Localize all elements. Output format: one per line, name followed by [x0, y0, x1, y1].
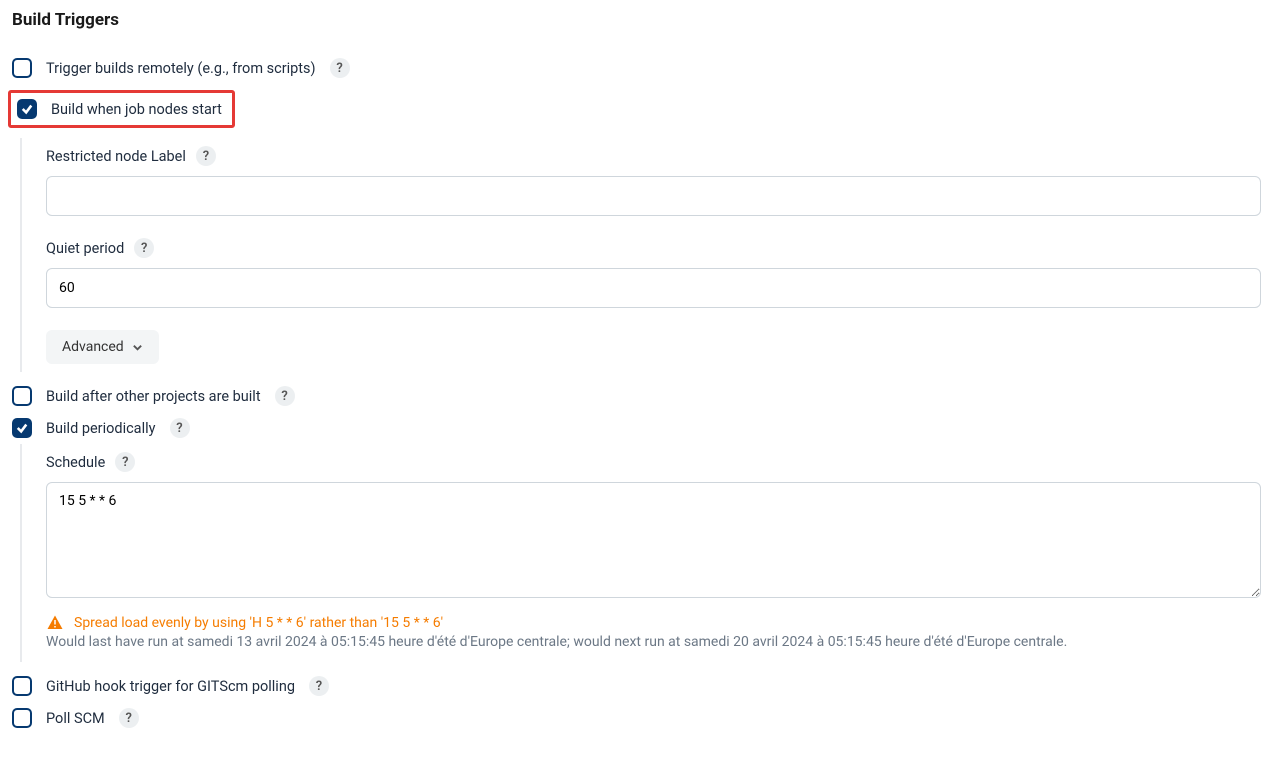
trigger-poll-scm-checkbox[interactable] — [12, 708, 32, 728]
help-icon[interactable]: ? — [275, 386, 295, 406]
restricted-label-row: Restricted node Label ? — [46, 146, 1261, 166]
trigger-remote-row: Trigger builds remotely (e.g., from scri… — [12, 58, 1261, 78]
chevron-down-icon — [132, 342, 143, 353]
schedule-warning-text: Spread load evenly by using 'H 5 * * 6' … — [74, 615, 443, 631]
trigger-after-projects-label: Build after other projects are built — [46, 388, 261, 405]
schedule-textarea[interactable] — [46, 482, 1261, 598]
trigger-nodes-start-checkbox[interactable] — [17, 99, 37, 119]
trigger-poll-scm-label: Poll SCM — [46, 710, 105, 727]
warning-icon — [46, 614, 64, 632]
help-icon[interactable]: ? — [134, 238, 154, 258]
trigger-nodes-start-highlight: Build when job nodes start — [8, 90, 235, 128]
help-icon[interactable]: ? — [115, 452, 135, 472]
nodes-start-panel: Restricted node Label ? Quiet period ? A… — [20, 138, 1261, 372]
trigger-periodically-row: Build periodically ? — [12, 418, 1261, 438]
schedule-label-row: Schedule ? — [46, 452, 1261, 472]
trigger-nodes-start-label: Build when job nodes start — [51, 101, 222, 118]
trigger-poll-scm-row: Poll SCM ? — [12, 708, 1261, 728]
schedule-label: Schedule — [46, 454, 105, 471]
trigger-after-projects-checkbox[interactable] — [12, 386, 32, 406]
trigger-remote-checkbox[interactable] — [12, 58, 32, 78]
quiet-period-input[interactable] — [46, 268, 1261, 308]
quiet-period-row: Quiet period ? — [46, 238, 1261, 258]
help-icon[interactable]: ? — [309, 676, 329, 696]
help-icon[interactable]: ? — [196, 146, 216, 166]
trigger-github-hook-label: GitHub hook trigger for GITScm polling — [46, 678, 295, 695]
schedule-info: Would last have run at samedi 13 avril 2… — [46, 634, 1261, 650]
trigger-remote-label: Trigger builds remotely (e.g., from scri… — [46, 60, 316, 77]
restricted-node-label: Restricted node Label — [46, 148, 186, 165]
trigger-after-projects-row: Build after other projects are built ? — [12, 386, 1261, 406]
advanced-button[interactable]: Advanced — [46, 330, 159, 364]
advanced-button-label: Advanced — [62, 339, 124, 355]
trigger-github-hook-row: GitHub hook trigger for GITScm polling ? — [12, 676, 1261, 696]
schedule-warning: Spread load evenly by using 'H 5 * * 6' … — [46, 614, 1261, 632]
trigger-periodically-label: Build periodically — [46, 420, 156, 437]
help-icon[interactable]: ? — [119, 708, 139, 728]
help-icon[interactable]: ? — [330, 58, 350, 78]
quiet-period-label: Quiet period — [46, 240, 124, 257]
trigger-periodically-checkbox[interactable] — [12, 418, 32, 438]
help-icon[interactable]: ? — [170, 418, 190, 438]
trigger-github-hook-checkbox[interactable] — [12, 676, 32, 696]
restricted-node-input[interactable] — [46, 176, 1261, 216]
section-title: Build Triggers — [12, 10, 1261, 30]
periodically-panel: Schedule ? Spread load evenly by using '… — [20, 444, 1261, 662]
